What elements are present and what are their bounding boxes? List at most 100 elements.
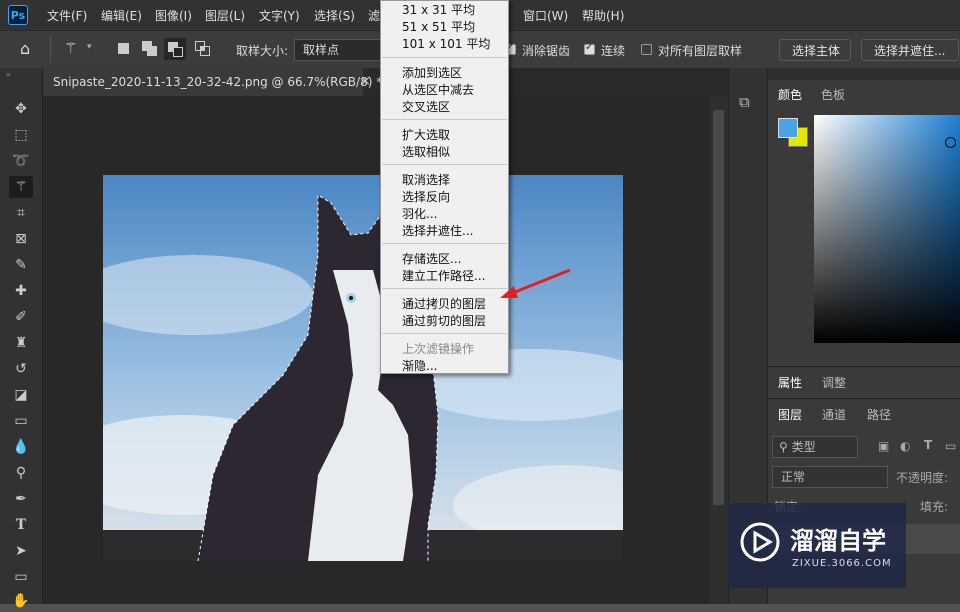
menu-filter[interactable]: 滤 xyxy=(368,7,380,24)
menu-item-fade[interactable]: 渐隐... xyxy=(402,357,437,374)
menu-item-layer-via-cut[interactable]: 通过剪切的图层 xyxy=(402,312,486,329)
sample-size-select[interactable]: 取样点 xyxy=(294,39,384,61)
type-filter-icon[interactable]: T xyxy=(924,438,932,452)
watermark-subtitle: ZIXUE.3066.COM xyxy=(792,558,892,569)
tools-panel: » ✥ ⬚ ➰ ⚚ ⌗ ⊠ ✎ ✚ ✐ ♜ ↺ ◪ ▭ 💧 ⚲ ✒ T ➤ ▭ … xyxy=(0,68,43,609)
opacity-label: 不透明度: xyxy=(896,471,949,485)
brush-tool-icon[interactable]: ✐ xyxy=(9,306,33,328)
tab-properties[interactable]: 属性 xyxy=(778,374,802,391)
menu-type[interactable]: 文字(Y) xyxy=(259,7,300,24)
menu-edit[interactable]: 编辑(E) xyxy=(101,7,142,24)
marquee-tool-icon[interactable]: ⬚ xyxy=(9,124,33,146)
tab-adjustments[interactable]: 调整 xyxy=(822,374,846,391)
blur-tool-icon[interactable]: 💧 xyxy=(9,436,33,458)
history-panel-icon[interactable]: ⧉ xyxy=(739,93,750,111)
image-filter-icon[interactable]: ▣ xyxy=(878,439,889,453)
fill-label: 填充: xyxy=(920,500,949,514)
context-menu: 31 x 31 平均 51 x 51 平均 101 x 101 平均 添加到选区… xyxy=(380,0,509,374)
menu-select[interactable]: 选择(S) xyxy=(314,7,355,24)
menu-separator xyxy=(382,57,507,58)
eraser-tool-icon[interactable]: ◪ xyxy=(9,384,33,406)
menu-item-select-and-mask[interactable]: 选择并遮住... xyxy=(402,222,473,239)
menu-item-subtract-from-selection[interactable]: 从选区中减去 xyxy=(402,81,474,98)
adjustment-filter-icon[interactable]: ◐ xyxy=(900,439,910,453)
chevron-down-icon[interactable]: ▾ xyxy=(87,42,92,52)
home-icon[interactable]: ⌂ xyxy=(20,40,38,58)
eyedropper-tool-icon[interactable]: ✎ xyxy=(9,254,33,276)
new-selection-icon[interactable] xyxy=(118,43,129,54)
clone-stamp-tool-icon[interactable]: ♜ xyxy=(9,332,33,354)
menu-image[interactable]: 图像(I) xyxy=(155,7,192,24)
document-tab[interactable]: Snipaste_2020-11-13_20-32-42.png @ 66.7%… xyxy=(43,68,382,96)
tab-swatches[interactable]: 色板 xyxy=(821,86,845,103)
all-layers-label: 对所有图层取样 xyxy=(658,44,743,58)
all-layers-checkbox[interactable] xyxy=(641,44,652,55)
move-tool-icon[interactable]: ✥ xyxy=(9,98,33,120)
menu-help[interactable]: 帮助(H) xyxy=(582,7,624,24)
add-selection-icon[interactable] xyxy=(142,41,158,56)
document-tab-title: Snipaste_2020-11-13_20-32-42.png @ 66.7%… xyxy=(53,75,383,89)
tab-channels[interactable]: 通道 xyxy=(822,406,846,423)
gradient-tool-icon[interactable]: ▭ xyxy=(9,410,33,432)
menu-separator xyxy=(382,243,507,244)
select-subject-button[interactable]: 选择主体 xyxy=(779,39,851,61)
menu-separator xyxy=(382,119,507,120)
menu-item-similar[interactable]: 选取相似 xyxy=(402,143,450,160)
path-selection-tool-icon[interactable]: ➤ xyxy=(9,540,33,562)
menu-item-add-to-selection[interactable]: 添加到选区 xyxy=(402,64,462,81)
divider xyxy=(768,366,960,367)
collapse-icon[interactable]: » xyxy=(6,70,11,79)
tab-paths[interactable]: 路径 xyxy=(867,406,891,423)
select-and-mask-button[interactable]: 选择并遮住... xyxy=(861,39,959,61)
tab-color[interactable]: 颜色 xyxy=(778,86,802,103)
menu-item-intersect-selection[interactable]: 交叉选区 xyxy=(402,98,450,115)
play-logo-icon xyxy=(740,522,780,562)
blend-mode-select[interactable]: 正常 xyxy=(772,466,888,488)
contiguous-label: 连续 xyxy=(601,44,626,58)
healing-brush-tool-icon[interactable]: ✚ xyxy=(9,280,33,302)
pen-tool-icon[interactable]: ✒ xyxy=(9,488,33,510)
close-tab-icon[interactable]: × xyxy=(360,74,371,89)
magic-wand-icon[interactable]: ⚚ xyxy=(64,39,77,57)
foreground-color-swatch[interactable] xyxy=(778,118,798,138)
magic-wand-tool-icon[interactable]: ⚚ xyxy=(9,176,33,198)
menu-window[interactable]: 窗口(W) xyxy=(523,7,568,24)
menu-item-101-avg[interactable]: 101 x 101 平均 xyxy=(402,35,490,52)
menu-item-feather[interactable]: 羽化... xyxy=(402,205,437,222)
menu-file[interactable]: 文件(F) xyxy=(47,7,87,24)
menu-separator xyxy=(382,333,507,334)
color-picker-cursor[interactable] xyxy=(945,137,956,148)
frame-tool-icon[interactable]: ⊠ xyxy=(9,228,33,250)
menu-layer[interactable]: 图层(L) xyxy=(205,7,245,24)
history-brush-tool-icon[interactable]: ↺ xyxy=(9,358,33,380)
hand-tool-icon[interactable]: ✋ xyxy=(9,590,33,612)
menu-item-layer-via-copy[interactable]: 通过拷贝的图层 xyxy=(402,295,486,312)
rectangle-tool-icon[interactable]: ▭ xyxy=(9,566,33,588)
antialias-label: 消除锯齿 xyxy=(522,44,571,58)
dodge-tool-icon[interactable]: ⚲ xyxy=(9,462,33,484)
menu-item-31-avg[interactable]: 31 x 31 平均 xyxy=(402,1,475,18)
menu-item-save-selection[interactable]: 存储选区... xyxy=(402,250,461,267)
menu-item-deselect[interactable]: 取消选择 xyxy=(402,171,450,188)
husky-photo[interactable] xyxy=(103,175,623,561)
divider xyxy=(768,398,960,399)
menu-separator xyxy=(382,164,507,165)
color-field[interactable] xyxy=(814,115,960,343)
divider xyxy=(50,35,51,63)
watermark-title: 溜溜自学 xyxy=(790,527,886,555)
menu-item-51-avg[interactable]: 51 x 51 平均 xyxy=(402,18,475,35)
lasso-tool-icon[interactable]: ➰ xyxy=(9,150,33,172)
crop-tool-icon[interactable]: ⌗ xyxy=(9,202,33,224)
menu-item-last-filter: 上次滤镜操作 xyxy=(402,342,475,356)
layer-kind-filter[interactable]: ⚲ 类型 xyxy=(772,436,858,458)
contiguous-checkbox[interactable] xyxy=(584,42,595,55)
intersect-selection-icon[interactable] xyxy=(195,41,211,56)
subtract-selection-icon[interactable] xyxy=(164,38,186,60)
scrollbar-thumb[interactable] xyxy=(713,110,724,505)
tab-layers[interactable]: 图层 xyxy=(778,406,802,423)
menu-item-grow[interactable]: 扩大选取 xyxy=(402,126,450,143)
shape-filter-icon[interactable]: ▭ xyxy=(945,439,956,453)
menu-item-inverse[interactable]: 选择反向 xyxy=(402,188,450,205)
type-tool-icon[interactable]: T xyxy=(9,514,33,536)
menu-item-make-work-path[interactable]: 建立工作路径... xyxy=(402,267,485,284)
